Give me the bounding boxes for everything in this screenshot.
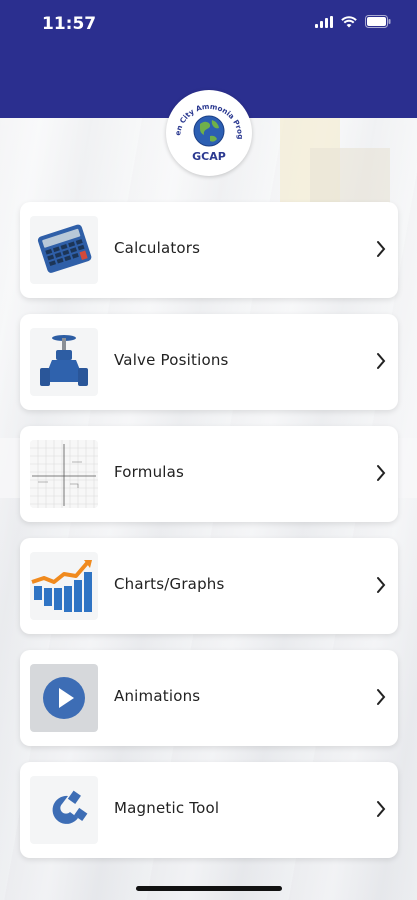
chevron-right-icon <box>377 577 386 593</box>
menu-item-label: Animations <box>114 687 201 705</box>
chevron-right-icon <box>377 689 386 705</box>
signal-icon <box>315 15 333 28</box>
gcap-logo: Garden City Ammonia Program GCAP <box>162 83 252 176</box>
battery-icon <box>365 15 391 28</box>
status-icons <box>315 15 391 28</box>
play-icon <box>30 664 98 732</box>
graph-paper-icon <box>30 440 98 508</box>
menu-item-calculators[interactable]: Calculators <box>20 202 398 298</box>
bar-chart-icon <box>30 552 98 620</box>
menu-item-animations[interactable]: Animations <box>20 650 398 746</box>
menu-item-magnetic-tool[interactable]: Magnetic Tool <box>20 762 398 858</box>
menu-item-label: Valve Positions <box>114 351 229 369</box>
chevron-right-icon <box>377 241 386 257</box>
menu-item-label: Charts/Graphs <box>114 575 225 593</box>
chevron-right-icon <box>377 353 386 369</box>
menu-item-label: Magnetic Tool <box>114 799 220 817</box>
calculator-icon <box>30 216 98 284</box>
menu-item-label: Calculators <box>114 239 201 257</box>
menu-item-formulas[interactable]: Formulas <box>20 426 398 522</box>
wifi-icon <box>341 15 357 27</box>
home-indicator[interactable] <box>136 886 282 891</box>
valve-icon <box>30 328 98 396</box>
menu-item-label: Formulas <box>114 463 185 481</box>
chevron-right-icon <box>377 801 386 817</box>
menu-item-charts-graphs[interactable]: Charts/Graphs <box>20 538 398 634</box>
status-time: 11:57 <box>42 14 97 34</box>
menu-item-valve-positions[interactable]: Valve Positions <box>20 314 398 410</box>
chevron-right-icon <box>377 465 386 481</box>
magnet-icon <box>30 776 98 844</box>
logo-abbrev: GCAP <box>192 150 226 163</box>
